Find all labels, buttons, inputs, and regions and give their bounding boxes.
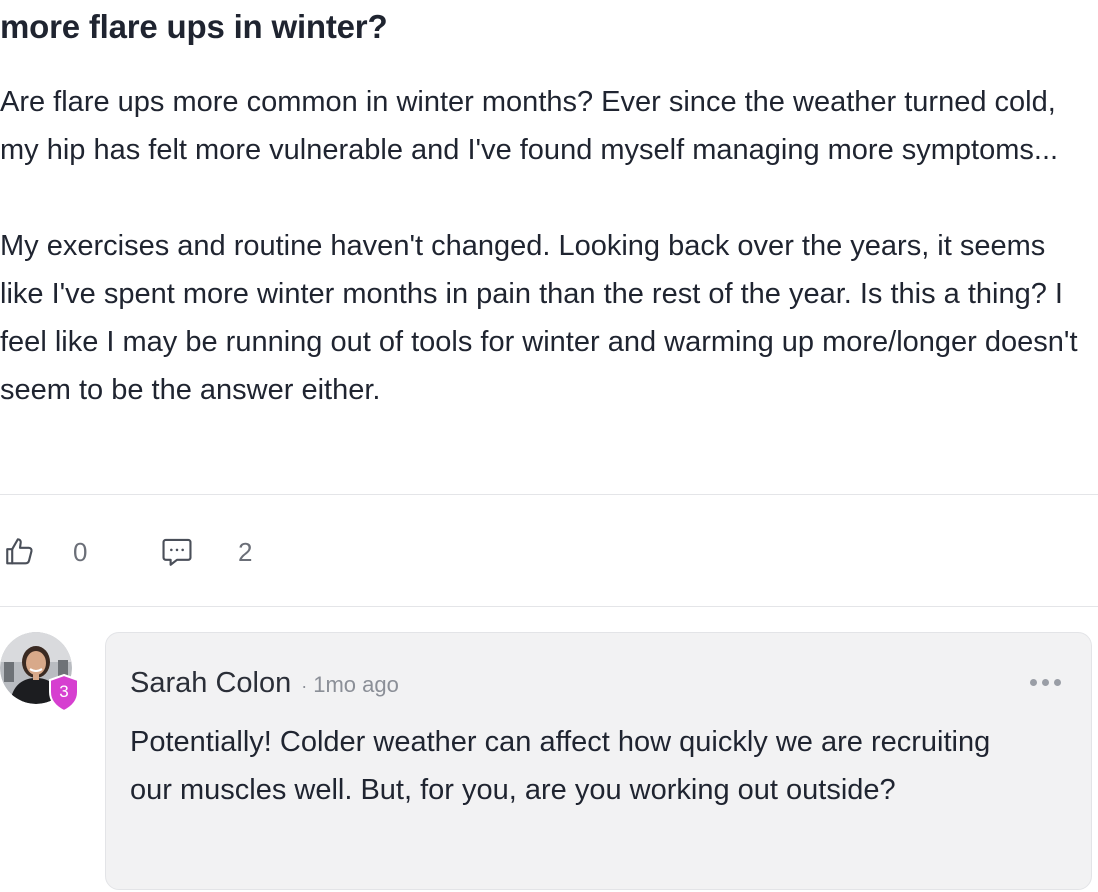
post-paragraph: Are flare ups more common in winter mont… bbox=[0, 86, 1059, 166]
level-badge: 3 bbox=[48, 673, 80, 713]
post-body: Are flare ups more common in winter mont… bbox=[0, 78, 1096, 414]
post-paragraph: My exercises and routine haven't changed… bbox=[0, 230, 1078, 406]
more-horizontal-icon bbox=[1054, 679, 1061, 686]
comment-button[interactable]: 2 bbox=[160, 534, 252, 570]
like-count: 0 bbox=[73, 536, 88, 567]
more-horizontal-icon bbox=[1030, 679, 1037, 686]
more-options-button[interactable] bbox=[1030, 679, 1061, 686]
post-page: more flare ups in winter? Are flare ups … bbox=[0, 0, 1098, 892]
comment-card: Sarah Colon · 1mo ago Potentially! Colde… bbox=[105, 632, 1092, 890]
comment-body: Potentially! Colder weather can affect h… bbox=[130, 726, 991, 806]
divider bbox=[0, 606, 1098, 607]
level-badge-number: 3 bbox=[59, 682, 69, 701]
like-button[interactable]: 0 bbox=[0, 532, 160, 572]
comment-timestamp: 1mo ago bbox=[313, 672, 399, 697]
comment-header: Sarah Colon · 1mo ago bbox=[130, 667, 399, 700]
comment-separator: · bbox=[301, 676, 308, 696]
post-actions: 0 2 bbox=[0, 530, 252, 574]
comment-avatar-group[interactable]: 3 bbox=[0, 632, 80, 713]
thumbs-up-icon bbox=[3, 532, 43, 572]
post-title: more flare ups in winter? bbox=[0, 8, 388, 45]
comment-count: 2 bbox=[238, 536, 253, 567]
comment-author[interactable]: Sarah Colon bbox=[130, 667, 291, 700]
comment-bubble-icon bbox=[160, 534, 196, 570]
more-horizontal-icon bbox=[1042, 679, 1049, 686]
divider bbox=[0, 494, 1098, 495]
